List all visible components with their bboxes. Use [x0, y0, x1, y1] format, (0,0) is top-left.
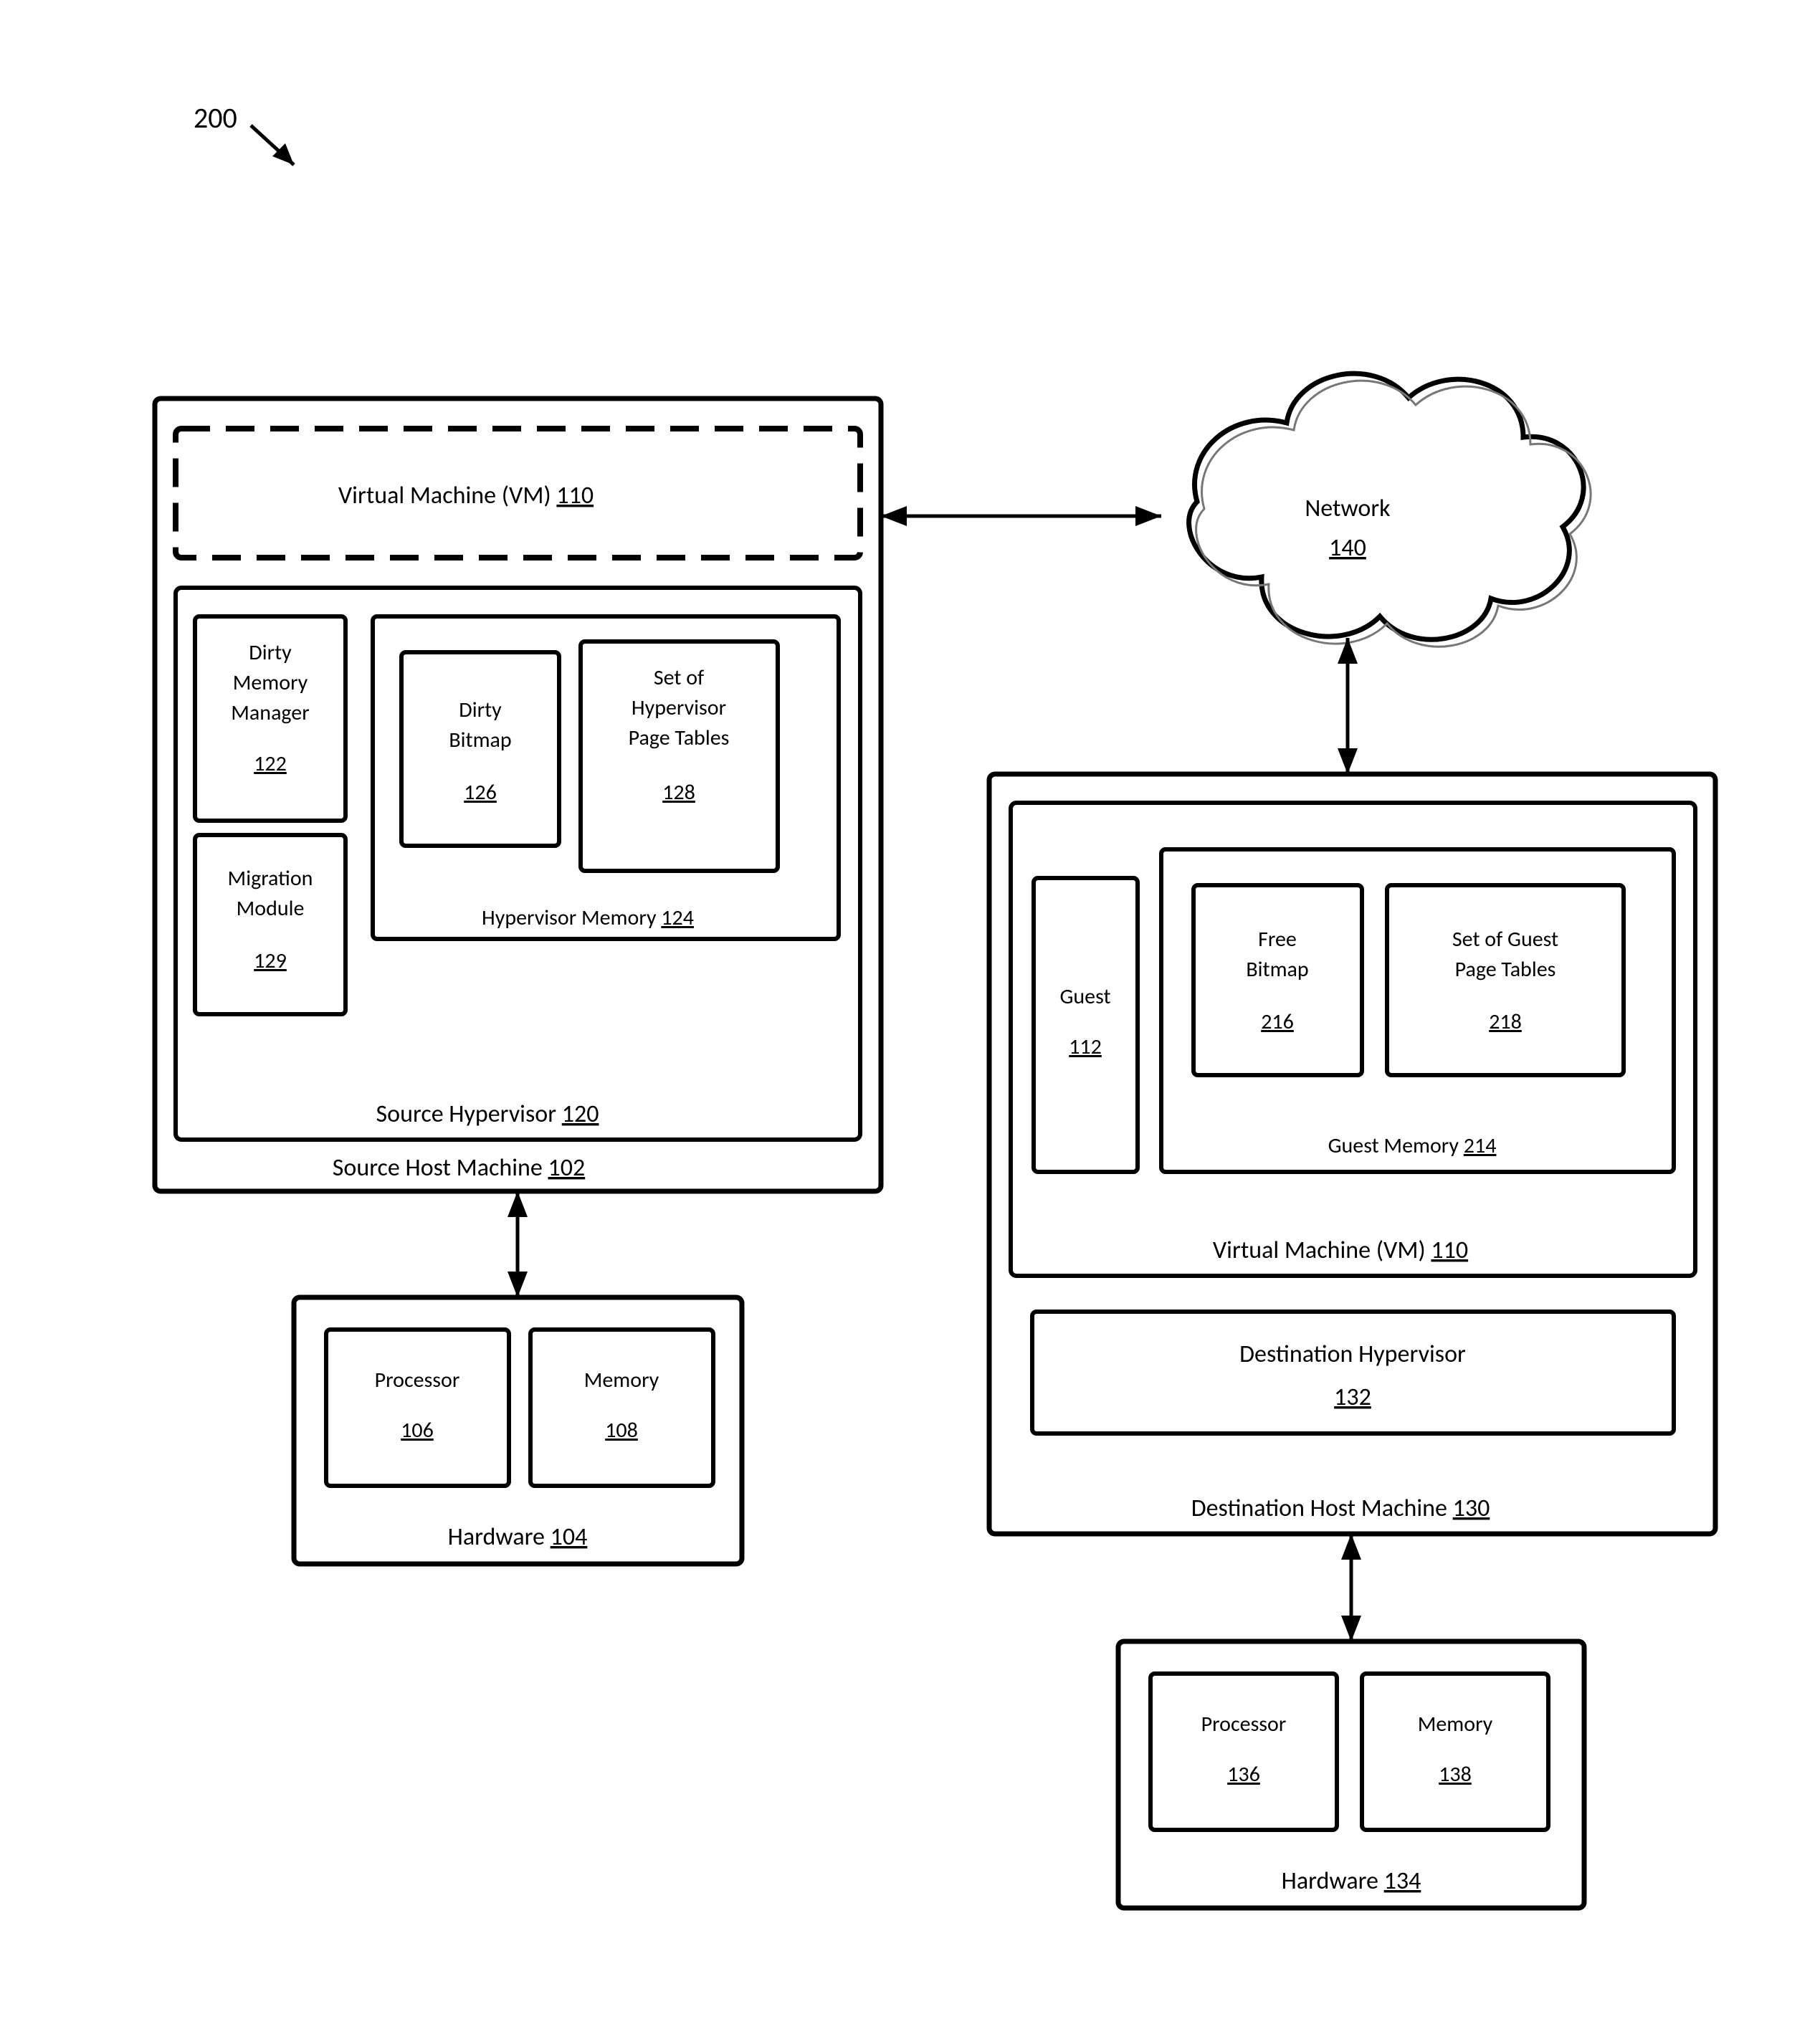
svg-text:Hardware 104: Hardware 104: [448, 1522, 588, 1552]
svg-text:Virtual Machine (VM) 110: Virtual Machine (VM) 110: [1213, 1236, 1468, 1265]
svg-text:Page Tables: Page Tables: [1455, 956, 1556, 983]
svg-text:Set of Guest: Set of Guest: [1452, 926, 1558, 953]
svg-text:Migration: Migration: [228, 865, 313, 892]
svg-text:Dirty: Dirty: [249, 639, 292, 666]
svg-text:128: 128: [662, 779, 695, 806]
svg-text:Guest Memory 214: Guest Memory 214: [1328, 1132, 1497, 1159]
svg-text:106: 106: [401, 1417, 434, 1444]
figure-label: 200: [194, 100, 237, 135]
svg-text:Memory: Memory: [1418, 1711, 1493, 1737]
svg-text:Page Tables: Page Tables: [629, 725, 730, 751]
svg-text:216: 216: [1261, 1008, 1294, 1035]
svg-text:Dirty: Dirty: [459, 697, 502, 723]
svg-text:Module: Module: [237, 895, 305, 922]
svg-text:136: 136: [1227, 1761, 1260, 1788]
svg-text:Hypervisor Memory 124: Hypervisor Memory 124: [482, 905, 694, 931]
svg-text:Virtual Machine (VM) 110: Virtual Machine (VM) 110: [338, 481, 594, 510]
svg-text:Guest: Guest: [1059, 983, 1110, 1010]
svg-text:Memory: Memory: [233, 669, 308, 696]
svg-text:138: 138: [1439, 1761, 1472, 1788]
svg-text:Hypervisor: Hypervisor: [632, 695, 726, 721]
diagram-root: 200 Source Host Machine 102 Virtual Mach…: [0, 0, 1820, 2032]
svg-text:Source Hypervisor 120: Source Hypervisor 120: [376, 1100, 599, 1129]
svg-text:Processor: Processor: [375, 1367, 460, 1393]
svg-text:Memory: Memory: [584, 1367, 659, 1393]
svg-text:Hardware 134: Hardware 134: [1282, 1866, 1421, 1896]
svg-text:126: 126: [464, 779, 497, 806]
svg-text:140: 140: [1329, 533, 1366, 563]
network-cloud: Network 140: [1189, 373, 1591, 647]
svg-text:129: 129: [254, 948, 287, 974]
svg-text:112: 112: [1069, 1034, 1102, 1060]
svg-text:Free: Free: [1258, 926, 1297, 953]
svg-text:Bitmap: Bitmap: [449, 727, 511, 753]
svg-text:132: 132: [1334, 1383, 1371, 1412]
svg-text:122: 122: [254, 750, 287, 777]
svg-text:Source Host Machine 102: Source Host Machine 102: [333, 1153, 585, 1183]
svg-text:Processor: Processor: [1201, 1711, 1287, 1737]
svg-text:218: 218: [1489, 1008, 1522, 1035]
svg-text:Set of: Set of: [654, 664, 704, 691]
svg-text:Manager: Manager: [231, 700, 309, 726]
svg-text:108: 108: [605, 1417, 638, 1444]
svg-text:Network: Network: [1305, 494, 1391, 523]
svg-text:Destination Host Machine 130: Destination Host Machine 130: [1191, 1494, 1490, 1523]
svg-text:Bitmap: Bitmap: [1246, 956, 1308, 983]
svg-text:Destination Hypervisor: Destination Hypervisor: [1239, 1340, 1466, 1369]
